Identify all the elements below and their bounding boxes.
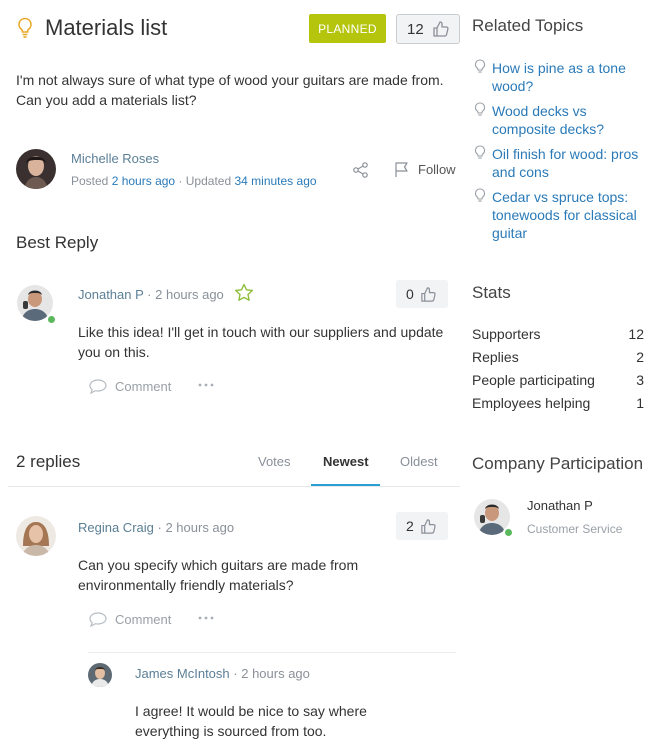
related-topic-link[interactable]: Wood decks vs composite decks? [474,102,649,138]
best-reply-heading: Best Reply [16,233,99,252]
thumbs-up-icon [420,286,437,303]
lightbulb-icon [474,102,486,138]
tab-divider [8,486,460,487]
company-member-role: Customer Service [527,522,623,536]
stat-label: Supporters [472,326,541,342]
page-title: Materials list [45,15,168,40]
comment-divider [88,652,456,653]
stat-label: Replies [472,349,519,365]
related-topic-label: Wood decks vs composite decks? [492,103,605,137]
stat-row: Employees helping 1 [472,395,644,411]
author-link[interactable]: James McIntosh [135,666,230,681]
thumbs-up-icon [420,518,437,535]
stat-value: 3 [636,372,644,388]
related-topic-link[interactable]: Oil finish for wood: pros and cons [474,145,649,181]
related-topic-label: Cedar vs spruce tops: tonewoods for clas… [492,189,637,241]
author-link[interactable]: Michelle Roses [71,151,159,166]
stat-value: 12 [628,326,644,342]
idea-description: I'm not always sure of what type of wood… [16,72,444,108]
more-icon[interactable] [198,616,214,620]
reply-text: Can you specify which guitars are made f… [78,557,359,593]
stat-value: 2 [636,349,644,365]
post-meta: Posted 2 hours ago · Updated 34 minutes … [71,174,317,188]
related-topics-heading: Related Topics [472,16,584,35]
stat-row: People participating 3 [472,372,644,388]
active-tab-underline [311,484,380,486]
online-indicator [503,527,514,538]
comment-meta: James McIntosh · 2 hours ago [135,666,310,681]
comment-button[interactable]: Comment [89,378,171,394]
related-topic-link[interactable]: Cedar vs spruce tops: tonewoods for clas… [474,188,649,242]
stat-label: People participating [472,372,595,388]
reply-meta: Regina Craig · 2 hours ago [78,520,235,535]
related-topic-link[interactable]: How is pine as a tone wood? [474,59,649,95]
related-topic-label: Oil finish for wood: pros and cons [492,146,639,180]
avatar[interactable] [16,149,56,189]
lightbulb-icon [474,59,486,95]
lightbulb-icon [17,17,33,39]
reply-meta: Jonathan P · 2 hours ago [78,287,224,302]
more-icon[interactable] [198,383,214,387]
share-icon[interactable] [352,161,370,179]
thumbs-up-icon [432,20,450,38]
author-link[interactable]: Regina Craig [78,520,154,535]
star-icon[interactable] [234,283,254,302]
vote-button[interactable]: 12 [396,14,460,44]
reply-time: 2 hours ago [155,287,224,302]
status-badge: PLANNED [309,14,386,43]
comment-icon [89,611,107,627]
author-link[interactable]: Jonathan P [78,287,144,302]
lightbulb-icon [474,145,486,181]
updated-label: Updated [185,174,232,188]
comment-label: Comment [115,611,172,627]
comment-time: 2 hours ago [241,666,310,681]
online-indicator [46,314,57,325]
avatar[interactable] [88,663,112,687]
updated-time[interactable]: 34 minutes ago [234,174,316,188]
company-member-name[interactable]: Jonathan P [527,498,593,513]
stats-heading: Stats [472,283,511,302]
stat-row: Supporters 12 [472,326,644,342]
vote-count: 12 [407,20,424,38]
comment-label: Comment [115,378,172,394]
lightbulb-icon [474,188,486,242]
flag-icon [394,161,410,178]
comment-text: I agree! It would be nice to say where e… [135,703,367,739]
stat-label: Employees helping [472,395,591,411]
tab-votes[interactable]: Votes [258,454,291,469]
replies-heading: 2 replies [16,452,81,471]
related-topic-label: How is pine as a tone wood? [492,60,626,94]
avatar[interactable] [16,516,56,556]
posted-time[interactable]: 2 hours ago [112,174,175,188]
posted-label: Posted [71,174,109,188]
follow-label: Follow [418,162,456,177]
vote-count: 0 [406,286,414,302]
reply-time: 2 hours ago [165,520,235,535]
follow-button[interactable]: Follow [394,161,456,178]
vote-count: 2 [406,518,414,534]
stat-value: 1 [636,395,644,411]
reply-text: Like this idea! I'll get in touch with o… [78,324,444,360]
comment-button[interactable]: Comment [89,611,171,627]
vote-button[interactable]: 0 [396,280,448,308]
comment-icon [89,378,107,394]
tab-newest[interactable]: Newest [323,454,369,469]
company-participation-heading: Company Participation [472,454,644,473]
stat-row: Replies 2 [472,349,644,365]
tab-oldest[interactable]: Oldest [400,454,438,469]
vote-button[interactable]: 2 [396,512,448,540]
